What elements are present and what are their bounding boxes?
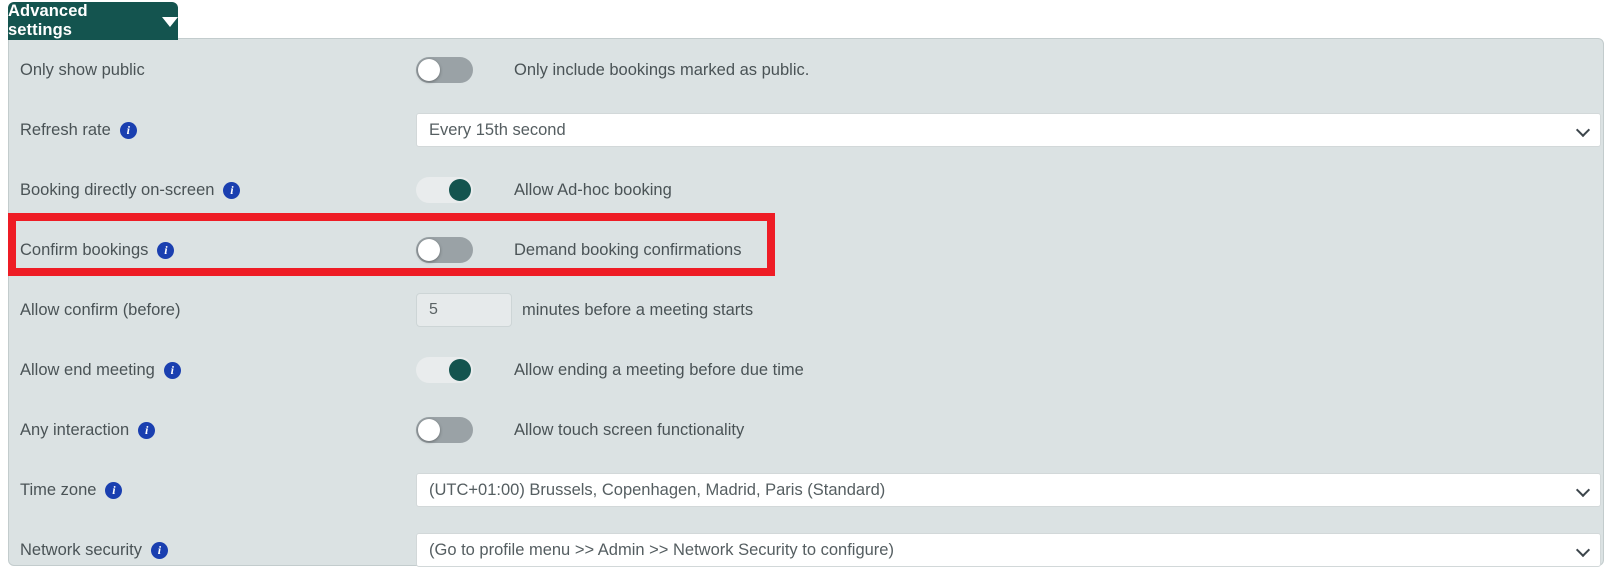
settings-row: Refresh rate i Every 15th second (9, 100, 1603, 160)
setting-label-group: Booking directly on-screen i (20, 180, 241, 200)
chevron-down-icon (1575, 542, 1591, 558)
setting-label: Any interaction (20, 420, 130, 439)
setting-description: Allow touch screen functionality (514, 420, 745, 439)
settings-row: Any interaction i Allow touch screen funct… (9, 400, 1603, 460)
toggle-knob (449, 179, 471, 201)
setting-description: Allow Ad-hoc booking (514, 180, 672, 199)
settings-row: Time zone i (UTC+01:00) Brussels, Copenhag… (9, 460, 1603, 520)
toggle-knob (418, 59, 440, 81)
select-value: (Go to profile menu >> Admin >> Network … (429, 540, 894, 559)
setting-label: Booking directly on-screen (20, 180, 215, 199)
setting-label: Allow confirm (before) (20, 300, 181, 319)
advanced-settings-tab[interactable]: Advanced settings (8, 2, 178, 40)
toggle-knob (418, 419, 440, 441)
setting-label: Network security (20, 540, 142, 559)
toggle-switch[interactable] (416, 57, 473, 83)
minutes-before-value: 5 (429, 301, 438, 318)
info-icon[interactable]: i (157, 241, 175, 259)
settings-row: Allow end meeting i Allow ending a meeting… (9, 340, 1603, 400)
setting-label-group: Only show public (20, 61, 145, 80)
settings-row: Only show public Only include bookings ma… (9, 40, 1603, 100)
setting-label: Time zone (20, 480, 97, 499)
info-icon[interactable]: i (223, 181, 241, 199)
setting-label-group: Refresh rate i (20, 121, 137, 140)
chevron-down-icon (1575, 122, 1591, 138)
select-value: Every 15th second (429, 120, 566, 139)
setting-label-group: Network security i (20, 541, 168, 560)
settings-row: Allow confirm (before) 5 minutes before a … (9, 280, 1603, 340)
select-dropdown[interactable]: Every 15th second (416, 113, 1601, 147)
toggle-knob (418, 239, 440, 261)
info-icon[interactable]: i (119, 121, 137, 139)
setting-label-group: Allow confirm (before) (20, 301, 180, 320)
setting-description: Allow ending a meeting before due time (514, 360, 804, 379)
setting-description: Demand booking confirmations (514, 240, 742, 259)
settings-panel: Only show public Only include bookings ma… (8, 38, 1604, 567)
setting-label-group: Any interaction i (20, 420, 156, 440)
settings-row: Network security i (Go to profile menu >> … (9, 520, 1603, 580)
setting-description: minutes before a meeting starts (522, 300, 754, 319)
info-icon[interactable]: i (138, 421, 156, 439)
toggle-switch[interactable] (416, 177, 473, 203)
info-icon[interactable]: i (163, 361, 181, 379)
select-value: (UTC+01:00) Brussels, Copenhagen, Madrid… (429, 480, 886, 499)
minutes-before-input[interactable]: 5 (416, 293, 512, 327)
setting-label-group: Time zone i (20, 480, 123, 500)
setting-label: Allow end meeting (20, 360, 155, 379)
toggle-switch[interactable] (416, 237, 473, 263)
setting-label: Refresh rate (20, 120, 111, 139)
advanced-settings-screen: Advanced settings Only show public Only i… (0, 0, 1616, 583)
setting-label-group: Allow end meeting i (20, 361, 181, 380)
select-dropdown[interactable]: (Go to profile menu >> Admin >> Network … (416, 533, 1601, 567)
setting-label-group: Confirm bookings i (20, 240, 175, 260)
select-dropdown[interactable]: (UTC+01:00) Brussels, Copenhagen, Madrid… (416, 473, 1601, 507)
advanced-settings-tab-label: Advanced settings (8, 2, 88, 39)
toggle-knob (449, 359, 471, 381)
info-icon[interactable]: i (105, 481, 123, 499)
setting-label: Confirm bookings (20, 240, 149, 259)
toggle-switch[interactable] (416, 357, 473, 383)
settings-row: Confirm bookings i Demand booking confirma… (9, 220, 1603, 280)
setting-label: Only show public (20, 60, 145, 79)
toggle-switch[interactable] (416, 417, 473, 443)
chevron-down-icon (162, 17, 178, 27)
settings-row: Booking directly on-screen i Allow Ad-hoc … (9, 160, 1603, 220)
chevron-down-icon (1575, 482, 1591, 498)
setting-description: Only include bookings marked as public. (514, 60, 810, 79)
info-icon[interactable]: i (150, 541, 168, 559)
